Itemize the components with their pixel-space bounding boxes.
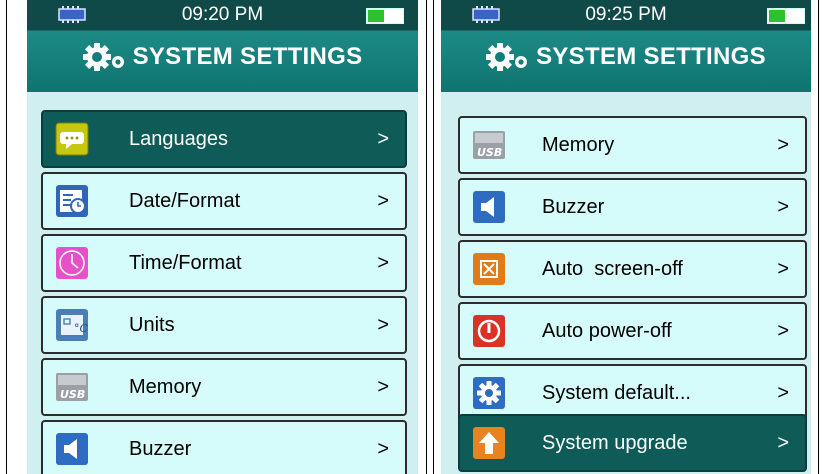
menu-item-label: Units bbox=[129, 313, 175, 336]
speaker-icon bbox=[55, 432, 89, 466]
usb-memory-icon: USB bbox=[472, 128, 506, 162]
menu-item-label: Buzzer bbox=[542, 195, 605, 218]
menu-item-memory[interactable]: USB Memory > bbox=[41, 358, 407, 416]
menu-item-time-format[interactable]: Time/Format > bbox=[41, 234, 407, 292]
menu-item-label: Date/Format bbox=[129, 189, 241, 212]
usb-memory-icon: USB bbox=[55, 370, 89, 404]
left-screen: 09:20 PM SYSTEM SETTINGS Languages > Dat… bbox=[27, 0, 418, 474]
status-bar: 09:20 PM bbox=[27, 0, 418, 30]
status-bar: 09:25 PM bbox=[441, 0, 811, 30]
menu-item-label: System upgrade bbox=[542, 431, 688, 454]
power-icon bbox=[472, 314, 506, 348]
battery-fill bbox=[368, 10, 385, 22]
upgrade-arrow-icon bbox=[472, 426, 506, 460]
chevron-right-icon: > bbox=[777, 195, 789, 218]
chevron-right-icon: > bbox=[377, 437, 389, 460]
chevron-right-icon: > bbox=[377, 313, 389, 336]
menu-item-languages[interactable]: Languages > bbox=[41, 110, 407, 168]
gear-icon bbox=[472, 376, 506, 410]
units-icon: °C bbox=[55, 308, 89, 342]
chevron-right-icon: > bbox=[777, 381, 789, 404]
menu-item-memory[interactable]: USB Memory > bbox=[458, 116, 807, 174]
battery-icon bbox=[767, 8, 805, 24]
menu-item-label: Memory bbox=[542, 133, 615, 156]
chevron-right-icon: > bbox=[777, 257, 789, 280]
chevron-right-icon: > bbox=[777, 319, 789, 342]
speaker-icon bbox=[472, 190, 506, 224]
menu-item-auto-power-off[interactable]: Auto power-off > bbox=[458, 302, 807, 360]
settings-gear-icon bbox=[486, 43, 528, 71]
svg-text:°C: °C bbox=[74, 322, 89, 335]
menu-item-label: Languages bbox=[129, 127, 228, 150]
menu-item-label: Auto screen-off bbox=[542, 257, 683, 280]
chevron-right-icon: > bbox=[777, 431, 789, 454]
right-screen: 09:25 PM SYSTEM SETTINGS USB Memory > Bu… bbox=[441, 0, 811, 474]
menu-item-units[interactable]: °C Units > bbox=[41, 296, 407, 354]
page-title-row: SYSTEM SETTINGS bbox=[27, 42, 418, 72]
chevron-right-icon: > bbox=[377, 127, 389, 150]
battery-fill bbox=[769, 10, 786, 22]
screen-off-icon bbox=[472, 252, 506, 286]
menu-item-label: Memory bbox=[129, 375, 202, 398]
menu-item-label: Time/Format bbox=[129, 251, 242, 274]
menu-item-buzzer[interactable]: Buzzer > bbox=[41, 420, 407, 474]
page-title-row: SYSTEM SETTINGS bbox=[441, 42, 811, 72]
calendar-clock-icon bbox=[55, 184, 89, 218]
battery-icon bbox=[366, 8, 404, 24]
speech-bubble-icon bbox=[55, 122, 89, 156]
chevron-right-icon: > bbox=[777, 133, 789, 156]
menu-item-label: System default... bbox=[542, 381, 691, 404]
menu-item-date-format[interactable]: Date/Format > bbox=[41, 172, 407, 230]
page-title: SYSTEM SETTINGS bbox=[132, 43, 363, 70]
svg-text:USB: USB bbox=[477, 146, 502, 159]
page-title: SYSTEM SETTINGS bbox=[536, 43, 766, 70]
clock-icon bbox=[55, 246, 89, 280]
chevron-right-icon: > bbox=[377, 251, 389, 274]
header: 09:25 PM SYSTEM SETTINGS bbox=[441, 0, 811, 92]
status-time: 09:20 PM bbox=[181, 4, 264, 25]
svg-text:USB: USB bbox=[60, 388, 85, 401]
menu-item-buzzer[interactable]: Buzzer > bbox=[458, 178, 807, 236]
chevron-right-icon: > bbox=[377, 189, 389, 212]
header: 09:20 PM SYSTEM SETTINGS bbox=[27, 0, 418, 92]
chevron-right-icon: > bbox=[377, 375, 389, 398]
menu-item-system-upgrade[interactable]: System upgrade > bbox=[458, 414, 807, 472]
status-time: 09:25 PM bbox=[585, 4, 667, 25]
menu-item-label: Buzzer bbox=[129, 437, 192, 460]
menu-item-auto-screen-off[interactable]: Auto screen-off > bbox=[458, 240, 807, 298]
menu-item-label: Auto power-off bbox=[542, 319, 672, 342]
settings-gear-icon bbox=[82, 43, 124, 71]
